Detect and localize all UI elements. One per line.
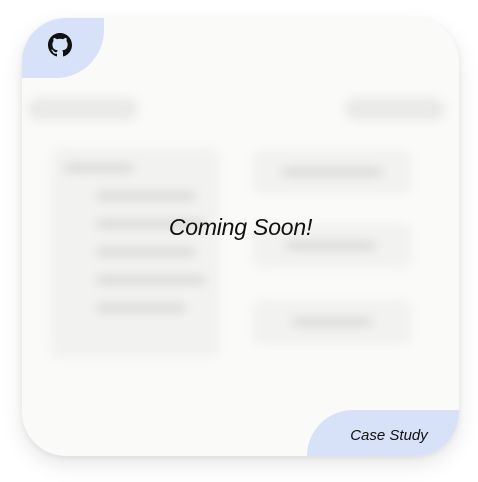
- coming-soon-label: Coming Soon!: [168, 214, 313, 240]
- preview-line: [96, 276, 206, 284]
- preview-panel-left: [50, 148, 220, 358]
- preview-panel-right-1: [252, 150, 412, 194]
- github-icon: [48, 33, 72, 57]
- preview-line: [96, 248, 196, 256]
- preview-line: [64, 164, 134, 172]
- project-card: Coming Soon! Case Study: [22, 18, 459, 456]
- preview-header-right: [345, 98, 445, 120]
- case-study-button[interactable]: Case Study: [307, 410, 459, 456]
- preview-line: [96, 192, 196, 200]
- preview-line: [96, 304, 186, 312]
- preview-line: [292, 318, 372, 326]
- preview-header-left: [28, 98, 138, 120]
- preview-line: [286, 242, 376, 250]
- preview-line: [282, 168, 382, 176]
- case-study-label: Case Study: [350, 426, 428, 444]
- preview-panel-right-3: [252, 300, 412, 344]
